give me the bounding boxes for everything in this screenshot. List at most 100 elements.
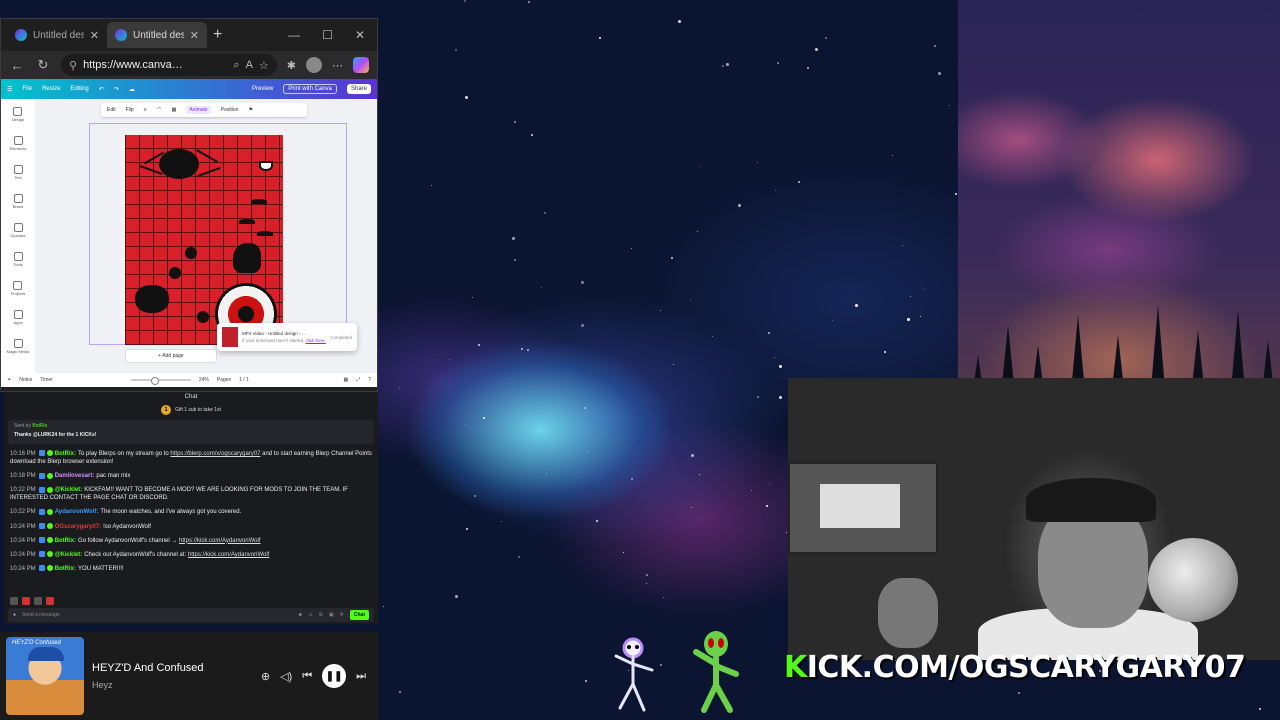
canva-sidebar-item[interactable]: Brand (13, 194, 23, 209)
star (623, 551, 625, 553)
zoom-slider[interactable] (130, 377, 191, 385)
message-username[interactable]: BotRix: (55, 451, 76, 457)
message-username[interactable]: OGscarygary07: (55, 524, 101, 530)
previous-icon[interactable]: ⏮ (302, 670, 312, 683)
add-icon[interactable]: ⊕ (261, 670, 270, 683)
click-here-link[interactable]: click here. (306, 338, 326, 343)
emote-icon[interactable] (22, 597, 30, 605)
pause-button[interactable]: ❚❚ (322, 664, 347, 688)
canva-sidebar-item[interactable]: Design (12, 107, 24, 122)
emoji-icon[interactable]: ☻ (298, 612, 303, 618)
verified-badge-icon (46, 522, 53, 529)
message-username[interactable]: BotRix: (55, 566, 76, 572)
help-icon[interactable]: ? (368, 377, 371, 383)
star (671, 257, 674, 260)
message-username[interactable]: AydanvonWolf: (55, 509, 99, 515)
close-icon[interactable]: ✕ (90, 29, 99, 42)
emote-icon[interactable] (46, 597, 54, 605)
redo-icon[interactable]: ↷ (114, 86, 119, 93)
message-username[interactable]: @Kicklet: (55, 552, 83, 558)
emote-icon[interactable] (10, 597, 18, 605)
zoom-icon[interactable]: ⌕ (233, 59, 239, 72)
mic-icon[interactable]: ● (13, 612, 16, 618)
notes-button[interactable]: Notes (19, 377, 32, 383)
share-button[interactable]: Share (346, 84, 371, 94)
flip-button[interactable]: Flip (126, 107, 134, 113)
star (584, 407, 586, 410)
canva-editor: Design Elements Text Brand Uploads Tools Proje… (1, 99, 377, 373)
copilot-icon[interactable] (353, 57, 369, 73)
new-tab-button[interactable]: + (213, 26, 222, 44)
tab-title: Untitled design - … (133, 29, 184, 41)
halloween-design-canvas[interactable] (125, 135, 283, 345)
message-link[interactable]: https://kick.com/AydanvonWolf (188, 552, 269, 558)
chat-send-button[interactable]: Chat (349, 610, 369, 620)
pages-button[interactable]: Pages (217, 377, 231, 383)
refresh-icon[interactable]: ↻ (35, 57, 51, 73)
grid-view-icon[interactable]: ▦ (343, 377, 348, 383)
message-username[interactable]: Damilovesart: (55, 473, 95, 479)
transparency-icon[interactable]: ▦ (172, 107, 177, 113)
canva-sidebar-item[interactable]: Text (13, 165, 23, 180)
gift-icon: 1 (161, 405, 172, 415)
canva-sidebar-item[interactable]: Projects (11, 281, 25, 296)
style-paint-icon[interactable]: ⚑ (249, 107, 253, 113)
menu-icon[interactable]: ☰ (7, 86, 12, 93)
fullscreen-icon[interactable]: ⤢ (356, 377, 360, 383)
next-icon[interactable]: ⏭ (356, 670, 366, 683)
sidebar-item-label: Magic Media (6, 349, 30, 354)
timer-button[interactable]: Timer (40, 377, 53, 383)
chat-input-field[interactable]: ● Send a message ☻ ∞ ⚙ ▣ ✲ Chat (8, 608, 374, 622)
star (769, 482, 771, 484)
canva-sidebar-item[interactable]: Magic Media (6, 339, 30, 354)
browser-tab-active[interactable]: Untitled design - … ✕ (107, 22, 207, 48)
preview-button[interactable]: Preview (252, 86, 273, 92)
profile-avatar[interactable] (306, 57, 322, 73)
minimize-icon[interactable]: — (288, 28, 300, 42)
gear-icon[interactable]: ✲ (340, 612, 344, 618)
favorite-star-icon[interactable]: ☆ (259, 59, 269, 72)
print-with-canva-button[interactable]: Print with Canva (283, 84, 337, 94)
editing-dropdown[interactable]: Editing (70, 86, 88, 92)
url-field[interactable]: ⚲ https://www.canva… ⌕ A ☆ (61, 54, 277, 76)
close-icon[interactable]: ✕ (190, 29, 199, 42)
browser-tab[interactable]: Untitled design - … ✕ (7, 22, 107, 48)
message-username[interactable]: BotRix: (55, 538, 76, 544)
message-link[interactable]: https://blerp.com/x/ogscarygary07 (170, 451, 260, 457)
canva-sidebar-item[interactable]: Elements (10, 136, 26, 151)
position-button[interactable]: Position (221, 107, 239, 113)
message-username[interactable]: @Kicklet: (55, 487, 83, 493)
file-menu[interactable]: File (22, 86, 32, 92)
gift-icon[interactable]: ▣ (329, 612, 334, 618)
maximize-icon[interactable]: ☐ (322, 28, 333, 42)
star (518, 556, 521, 559)
edit-button[interactable]: Edit (107, 107, 116, 113)
read-aloud-icon[interactable]: A (246, 59, 253, 71)
site-info-icon[interactable]: ⚲ (69, 59, 77, 72)
undo-icon[interactable]: ↶ (99, 86, 104, 93)
star (677, 19, 681, 23)
align-icon[interactable]: ≡ (144, 107, 147, 113)
settings-icon[interactable]: ⚙ (318, 612, 322, 618)
extensions-icon[interactable]: ✱ (287, 59, 296, 72)
back-icon[interactable]: ← (9, 58, 25, 73)
curve-icon[interactable]: ⌒ (157, 107, 162, 114)
more-menu-icon[interactable]: ⋯ (332, 59, 343, 72)
message-text: The moon watches, and I've always got yo… (100, 509, 242, 516)
star (631, 478, 634, 481)
star (937, 71, 941, 75)
resize-button[interactable]: Resize (42, 86, 60, 92)
canva-sidebar-item[interactable]: Tools (13, 252, 23, 267)
canva-sidebar-item[interactable]: Apps (13, 310, 23, 325)
animate-button[interactable]: Animate (186, 106, 211, 114)
canva-icon (115, 29, 127, 41)
gift-sub-banner[interactable]: 1 Gift 1 sub to take 1st (4, 402, 378, 418)
add-page-button[interactable]: + Add page (125, 349, 217, 363)
emote-icon[interactable] (34, 597, 42, 605)
link-icon[interactable]: ∞ (309, 612, 313, 618)
magic-icon[interactable]: ✦ (7, 377, 11, 383)
canva-sidebar-item[interactable]: Uploads (11, 223, 25, 238)
message-link[interactable]: https://kick.com/AydanvonWolf (179, 538, 260, 544)
close-window-icon[interactable]: ✕ (355, 28, 365, 42)
volume-icon[interactable]: ◁) (280, 670, 292, 683)
